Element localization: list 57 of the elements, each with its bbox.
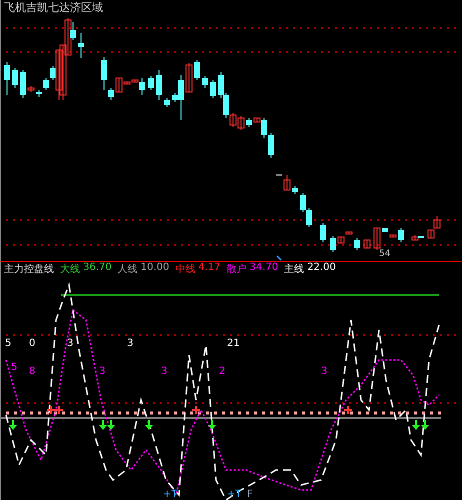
indicator-mark-label: 8 [29, 366, 36, 377]
candlestick [354, 238, 360, 250]
candlestick [156, 70, 162, 100]
candlestick [20, 70, 26, 98]
indicator-mark-label: 5 [5, 338, 12, 349]
legend-value: 4.17 [198, 262, 221, 275]
candlestick [292, 186, 298, 194]
candlestick [210, 80, 216, 98]
candlestick [338, 236, 344, 244]
legend-label: 散户 [226, 262, 247, 276]
candlestick [390, 234, 396, 238]
indicator-mark-label: 3 [321, 366, 328, 377]
candlestick [148, 76, 154, 90]
candlestick [28, 86, 34, 92]
indicator-mark-label: 3 [67, 338, 74, 349]
indicator-mark-label: 5 [11, 362, 18, 373]
candlestick [246, 118, 252, 128]
candlestick [164, 98, 170, 108]
indicator-mark-label: 3 [161, 366, 168, 377]
indicator-name: 主力控盘线 [4, 262, 54, 276]
legend-label: 中线 [175, 262, 196, 276]
cross-marker-icon [192, 406, 200, 414]
candlestick [320, 222, 326, 242]
candlestick [346, 232, 352, 234]
candlestick [330, 236, 336, 252]
down-arrow-icon [145, 420, 153, 430]
candlestick [202, 76, 208, 88]
indicator-mark-label: 21 [227, 338, 240, 349]
candlestick [374, 228, 380, 250]
indicator-mark-label: +T [163, 489, 178, 500]
indicator-mark-label: F [247, 489, 253, 500]
candlestick [398, 228, 404, 242]
candlestick [186, 62, 192, 92]
down-arrow-icon [208, 420, 216, 430]
candlestick [4, 62, 10, 96]
legend-value: 36.70 [83, 262, 112, 275]
cross-marker-icon [344, 406, 352, 414]
indicator-mark-label: +T [227, 489, 242, 500]
cursor-mark-icon [276, 255, 282, 261]
candlestick [12, 68, 18, 88]
candlestick [382, 228, 388, 232]
indicator-mark-label: 3 [99, 366, 106, 377]
indicator-mark-label: 3 [127, 338, 134, 349]
legend-value: 10.00 [140, 262, 170, 275]
indicator-mark-label: 2 [219, 366, 226, 377]
legend-label: 大线 [60, 262, 80, 276]
candlestick [78, 32, 84, 58]
indicator-mark-label: 0 [29, 338, 36, 349]
chart-title: 飞机吉凯七达济区域 [4, 0, 103, 15]
legend-label: 人线 [118, 262, 138, 276]
legend-value: 34.70 [250, 262, 278, 275]
legend-value: 22.00 [307, 262, 336, 275]
candlestick [194, 60, 200, 80]
down-arrow-icon [9, 420, 17, 430]
legend-label: 主线 [284, 262, 304, 276]
low-price-label: 54 [379, 249, 390, 259]
candlestick [364, 240, 370, 248]
